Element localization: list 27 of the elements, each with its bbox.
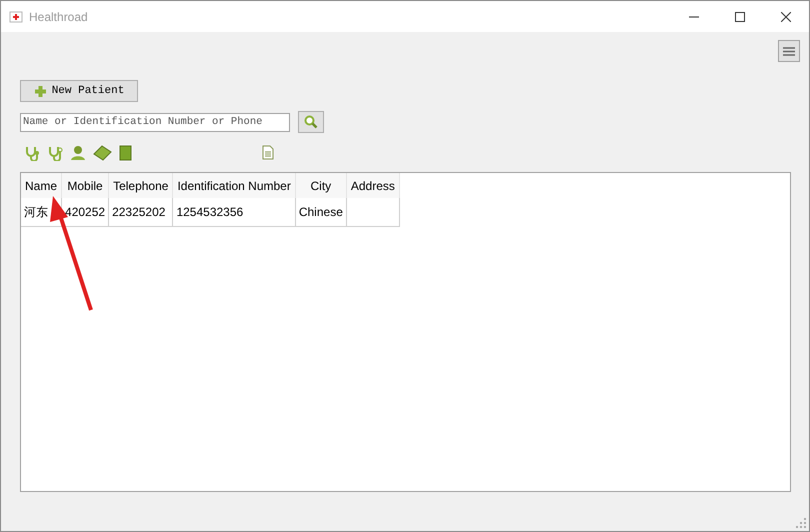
- table-cell: 1254532356: [172, 198, 296, 226]
- menu-button[interactable]: [778, 40, 800, 62]
- app-icon: [9, 10, 23, 22]
- search-field[interactable]: Name or Identification Number or Phone: [20, 112, 290, 132]
- window-title: Healthroad: [29, 10, 88, 24]
- search-button[interactable]: [298, 111, 324, 133]
- maximize-icon: [735, 12, 745, 22]
- table-cell: 22325202: [108, 198, 173, 226]
- document-icon[interactable]: [262, 145, 274, 160]
- resize-grip-icon[interactable]: [796, 518, 806, 528]
- column-header[interactable]: Name: [21, 173, 62, 198]
- notebook-icon[interactable]: [118, 144, 133, 160]
- column-header[interactable]: City: [295, 173, 346, 198]
- table-cell: Chinese: [295, 198, 346, 226]
- column-header[interactable]: Address: [346, 173, 400, 198]
- new-patient-button[interactable]: New Patient: [20, 80, 138, 102]
- plus-icon: [34, 84, 47, 98]
- column-header[interactable]: Identification Number: [172, 173, 296, 198]
- table-cell: [346, 198, 400, 226]
- person-icon[interactable]: [70, 144, 87, 160]
- column-header[interactable]: Telephone: [108, 173, 173, 198]
- menu-icon: [783, 46, 795, 56]
- stethoscope-icon[interactable]: [47, 144, 64, 160]
- close-icon: [781, 12, 791, 22]
- column-header[interactable]: Mobile: [62, 173, 109, 198]
- search-icon: [304, 115, 318, 129]
- stethoscope-icon[interactable]: [24, 144, 41, 160]
